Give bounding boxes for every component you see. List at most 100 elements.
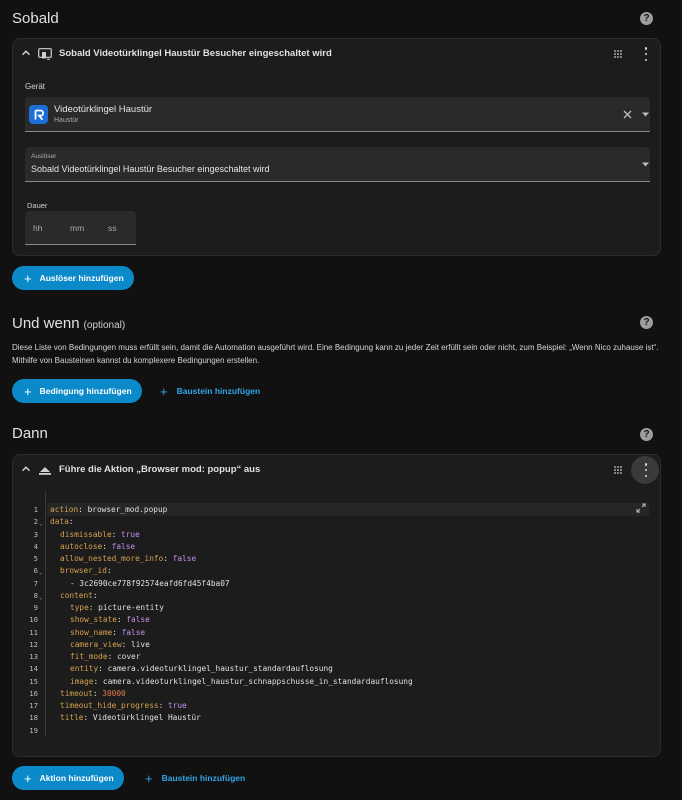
line-number: 19 [29, 725, 38, 735]
triggers-header: Sobald [12, 10, 59, 27]
drag-handle-icon[interactable] [613, 465, 623, 475]
expand-icon[interactable] [636, 503, 646, 513]
code-line: dismissable: true [60, 529, 140, 539]
yaml-value: false [172, 554, 197, 563]
add-action-block-label: Baustein hinzufügen [161, 773, 246, 783]
conditions-title: Und wenn [12, 315, 80, 332]
line-gutter [22, 491, 46, 736]
add-condition-button[interactable]: + Bedingung hinzufügen [12, 379, 142, 403]
device-picker[interactable]: Videotürklingel Haustür Haustür [25, 97, 650, 132]
yaml-key: image [70, 676, 94, 686]
code-line: autoclose: false [60, 541, 136, 551]
add-action-block-button[interactable]: + Baustein hinzufügen [145, 766, 245, 790]
trigger-select[interactable]: Auslöser Sobald Videotürklingel Haustür … [25, 147, 650, 182]
line-number: 11 [29, 627, 38, 637]
yaml-value: live [131, 639, 150, 649]
plus-icon: + [160, 383, 168, 399]
triggers-help-icon[interactable]: ? [640, 12, 653, 25]
yaml-value: 30000 [102, 688, 126, 698]
conditions-header: Und wenn (optional) [12, 315, 125, 332]
device-name: Videotürklingel Haustür [54, 104, 153, 115]
code-line: allow_nested_more_info: false [60, 554, 197, 563]
chevron-up-icon[interactable] [21, 48, 31, 58]
trigger-card-header[interactable]: Sobald Videotürklingel Haustür Besucher … [13, 39, 660, 69]
line-number: 8 [33, 590, 38, 600]
fold-chevron-icon[interactable]: ⌄ [39, 594, 43, 601]
dropdown-arrow-icon[interactable] [642, 162, 649, 167]
yaml-key: title [60, 713, 84, 723]
duration-minutes[interactable]: mm [70, 223, 84, 233]
add-trigger-label: Auslöser hinzufügen [39, 273, 124, 283]
conditions-description: Diese Liste von Bedingungen muss erfüllt… [12, 343, 659, 365]
yaml-value: picture-entity [98, 603, 164, 612]
code-line: content: [60, 590, 98, 600]
add-condition-block-button[interactable]: + Baustein hinzufügen [160, 379, 260, 403]
duration-hours[interactable]: hh [33, 223, 42, 233]
code-line: image: camera.videoturklingel_haustur_sc… [70, 676, 413, 686]
conditions-optional: (optional) [83, 320, 126, 331]
actions-header: Dann [12, 425, 48, 442]
action-card-header[interactable]: Führe die Aktion „Browser mod: popup“ au… [13, 455, 660, 485]
plus-icon: + [145, 770, 153, 786]
yaml-key: entity [70, 664, 99, 674]
trigger-card-title: Sobald Videotürklingel Haustür Besucher … [59, 48, 332, 59]
duration-input[interactable]: hh mm ss [25, 211, 136, 245]
line-number: 3 [33, 529, 38, 539]
yaml-editor[interactable]: 1 action: browser_mod.popup 2 ⌄ data: 3 dismis… [22, 491, 652, 736]
line-number: 9 [33, 603, 38, 612]
line-number: 12 [29, 639, 38, 649]
yaml-value: camera.videoturklingel_haustur_schnappsc… [102, 676, 413, 686]
add-action-button[interactable]: + Aktion hinzufügen [12, 766, 124, 790]
yaml-key: autoclose [60, 541, 103, 551]
code-line: data: [50, 517, 74, 527]
triggers-title: Sobald [12, 10, 59, 27]
line-number: 10 [29, 615, 38, 625]
line-number: 4 [33, 541, 38, 551]
line-number: 7 [33, 578, 38, 588]
yaml-value: - 3c2690ce778f92574eafd6fd45f4ba07 [70, 578, 230, 588]
line-number: 14 [29, 664, 38, 674]
fold-chevron-icon[interactable]: ⌄ [39, 569, 43, 576]
add-condition-label: Bedingung hinzufügen [39, 386, 132, 396]
yaml-value: cover [116, 652, 141, 661]
drag-handle-icon[interactable] [613, 49, 623, 59]
yaml-key: show_name [70, 627, 113, 637]
chevron-up-icon[interactable] [21, 464, 31, 474]
plus-icon: + [24, 383, 32, 399]
code-line: type: picture-entity [70, 603, 164, 612]
yaml-key: show_state [70, 615, 117, 625]
device-trigger-icon [38, 48, 52, 60]
overflow-menu-icon[interactable] [641, 463, 651, 477]
yaml-key: fit_mode [70, 652, 108, 661]
overflow-menu-icon[interactable] [641, 47, 651, 61]
conditions-help-icon[interactable]: ? [640, 316, 653, 329]
line-number: 15 [29, 676, 38, 686]
code-line: entity: camera.videoturklingel_haustur_s… [70, 664, 333, 674]
trigger-select-label: Auslöser [31, 153, 57, 160]
yaml-key: data [50, 517, 69, 527]
add-condition-block-label: Baustein hinzufügen [176, 386, 261, 396]
add-trigger-button[interactable]: + Auslöser hinzufügen [12, 266, 134, 290]
code-line: camera_view: live [70, 639, 150, 649]
duration-seconds[interactable]: ss [108, 223, 117, 233]
line-number: 5 [33, 554, 38, 563]
line-number: 1 [33, 505, 38, 514]
fold-chevron-icon[interactable]: ⌄ [39, 520, 43, 527]
line-number: 13 [29, 652, 38, 661]
yaml-value: false [111, 541, 136, 551]
clear-icon[interactable] [623, 110, 632, 119]
device-logo-icon [29, 105, 48, 124]
line-number: 17 [29, 701, 38, 710]
actions-title: Dann [12, 425, 48, 442]
code-line: show_state: false [70, 615, 150, 625]
dropdown-arrow-icon[interactable] [642, 112, 649, 117]
line-number: 18 [29, 713, 38, 723]
yaml-key: camera_view [70, 639, 122, 649]
yaml-value: true [121, 529, 140, 539]
line-number: 6 [33, 566, 38, 576]
code-line: action: browser_mod.popup [50, 505, 168, 514]
actions-help-icon[interactable]: ? [640, 428, 653, 441]
line-number: 2 [33, 517, 38, 527]
code-line: - 3c2690ce778f92574eafd6fd45f4ba07 [70, 579, 230, 588]
plus-icon: + [24, 770, 32, 786]
